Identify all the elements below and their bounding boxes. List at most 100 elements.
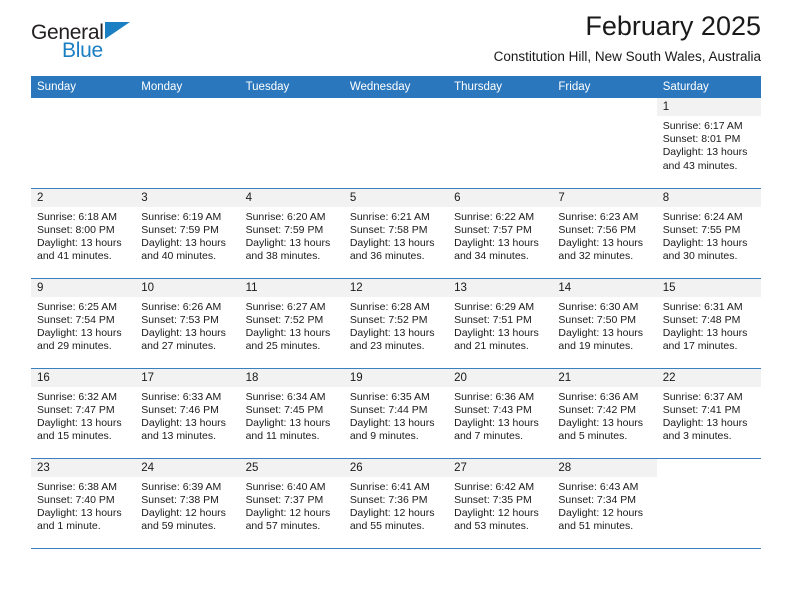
title-block: February 2025 Constitution Hill, New Sou… xyxy=(494,11,761,65)
weekday-header-saturday: Saturday xyxy=(656,76,761,98)
sunrise-time: Sunrise: 6:37 AM xyxy=(662,390,743,403)
day-number: 24 xyxy=(135,458,240,477)
sunset-time: Sunset: 7:52 PM xyxy=(349,313,428,326)
day-details: Sunrise: 6:27 AM Sunset: 7:52 PM Daylight:… xyxy=(240,297,344,354)
day-details: Sunrise: 6:34 AM Sunset: 7:45 PM Daylight:… xyxy=(240,387,344,444)
calendar-day-cell[interactable]: 26 Sunrise: 6:41 AM Sunset: 7:36 PM Dayligh… xyxy=(343,458,449,549)
day-number: 17 xyxy=(135,368,240,387)
daylight-duration: Daylight: 13 hours and 19 minutes. xyxy=(558,326,644,353)
calendar-day-cell[interactable]: 28 Sunrise: 6:43 AM Sunset: 7:34 PM Dayligh… xyxy=(552,458,657,549)
sunset-time: Sunset: 7:57 PM xyxy=(454,223,532,236)
calendar-day-cell[interactable]: 2 Sunrise: 6:18 AM Sunset: 8:00 PM Daylight… xyxy=(31,188,136,279)
sunset-time: Sunset: 8:01 PM xyxy=(662,133,741,146)
calendar-cell-inner: 25 Sunrise: 6:40 AM Sunset: 7:37 PM Dayligh… xyxy=(239,458,344,548)
calendar-cell-inner: 7 Sunrise: 6:23 AM Sunset: 7:56 PM Daylight… xyxy=(552,188,657,278)
calendar-day-cell[interactable]: 5 Sunrise: 6:21 AM Sunset: 7:58 PM Daylight… xyxy=(343,188,449,279)
calendar-day-cell[interactable]: 13 Sunrise: 6:29 AM Sunset: 7:51 PM Dayligh… xyxy=(448,278,553,369)
general-blue-logo[interactable]: General Blue xyxy=(31,18,151,64)
calendar-day-cell[interactable]: 8 Sunrise: 6:24 AM Sunset: 7:55 PM Daylight… xyxy=(656,188,761,279)
daylight-duration: Daylight: 13 hours and 23 minutes. xyxy=(349,326,435,353)
calendar-day-cell[interactable]: 18 Sunrise: 6:34 AM Sunset: 7:45 PM Dayligh… xyxy=(239,368,344,459)
day-number: 20 xyxy=(448,368,553,387)
daylight-duration: Daylight: 13 hours and 27 minutes. xyxy=(141,326,226,353)
calendar-day-cell[interactable]: 22 Sunrise: 6:37 AM Sunset: 7:41 PM Dayligh… xyxy=(656,368,761,459)
sunrise-time: Sunrise: 6:34 AM xyxy=(245,390,326,403)
calendar-cell-inner: 27 Sunrise: 6:42 AM Sunset: 7:35 PM Dayligh… xyxy=(448,458,553,548)
calendar-cell-inner: 3 Sunrise: 6:19 AM Sunset: 7:59 PM Daylight… xyxy=(135,188,240,278)
day-number: 19 xyxy=(343,368,449,387)
daylight-duration: Daylight: 13 hours and 17 minutes. xyxy=(662,326,748,353)
day-details: Sunrise: 6:23 AM Sunset: 7:56 PM Daylight:… xyxy=(552,207,656,264)
calendar-day-cell[interactable]: 25 Sunrise: 6:40 AM Sunset: 7:37 PM Dayligh… xyxy=(239,458,344,549)
day-details: Sunrise: 6:28 AM Sunset: 7:52 PM Daylight:… xyxy=(344,297,448,354)
calendar-cell-inner: 4 Sunrise: 6:20 AM Sunset: 7:59 PM Daylight… xyxy=(239,188,344,278)
day-details: Sunrise: 6:36 AM Sunset: 7:42 PM Daylight:… xyxy=(552,387,656,444)
calendar-day-cell[interactable]: 10 Sunrise: 6:26 AM Sunset: 7:53 PM Dayligh… xyxy=(135,278,240,369)
calendar-day-cell[interactable]: 3 Sunrise: 6:19 AM Sunset: 7:59 PM Daylight… xyxy=(135,188,240,279)
calendar-day-cell[interactable]: 11 Sunrise: 6:27 AM Sunset: 7:52 PM Dayligh… xyxy=(239,278,344,369)
calendar-cell-inner: 28 Sunrise: 6:43 AM Sunset: 7:34 PM Dayligh… xyxy=(552,458,657,548)
calendar-day-cell[interactable]: 23 Sunrise: 6:38 AM Sunset: 7:40 PM Dayligh… xyxy=(31,458,136,549)
sunrise-time: Sunrise: 6:41 AM xyxy=(349,480,430,493)
calendar-day-cell[interactable]: 1 Sunrise: 6:17 AM Sunset: 8:01 PM Daylight… xyxy=(656,98,761,189)
sunrise-time: Sunrise: 6:35 AM xyxy=(349,390,430,403)
weekday-header-tuesday: Tuesday xyxy=(239,76,344,98)
sunrise-sunset-calendar: Sunday Monday Tuesday Wednesday Thursday… xyxy=(31,76,761,549)
calendar-cell-inner: 1 Sunrise: 6:17 AM Sunset: 8:01 PM Daylight… xyxy=(656,98,761,188)
calendar-day-cell[interactable]: 24 Sunrise: 6:39 AM Sunset: 7:38 PM Dayligh… xyxy=(135,458,240,549)
calendar-day-cell[interactable]: 4 Sunrise: 6:20 AM Sunset: 7:59 PM Daylight… xyxy=(239,188,344,279)
calendar-day-cell[interactable]: 7 Sunrise: 6:23 AM Sunset: 7:56 PM Daylight… xyxy=(552,188,657,279)
calendar-day-cell[interactable]: 9 Sunrise: 6:25 AM Sunset: 7:54 PM Daylight… xyxy=(31,278,136,369)
sunrise-time: Sunrise: 6:29 AM xyxy=(454,300,535,313)
calendar-day-cell[interactable]: 27 Sunrise: 6:42 AM Sunset: 7:35 PM Dayligh… xyxy=(448,458,553,549)
calendar-cell-empty xyxy=(31,98,136,189)
calendar-cell-inner xyxy=(552,98,656,188)
sunrise-time: Sunrise: 6:32 AM xyxy=(37,390,117,403)
calendar-cell-inner: 15 Sunrise: 6:31 AM Sunset: 7:48 PM Dayligh… xyxy=(656,278,761,368)
day-number: 21 xyxy=(552,368,657,387)
calendar-day-cell[interactable]: 17 Sunrise: 6:33 AM Sunset: 7:46 PM Dayligh… xyxy=(135,368,240,459)
sunset-time: Sunset: 7:59 PM xyxy=(245,223,324,236)
calendar-day-cell[interactable]: 14 Sunrise: 6:30 AM Sunset: 7:50 PM Dayligh… xyxy=(552,278,657,369)
daylight-duration: Daylight: 13 hours and 21 minutes. xyxy=(454,326,539,353)
sunset-time: Sunset: 7:53 PM xyxy=(141,313,219,326)
sunrise-time: Sunrise: 6:19 AM xyxy=(141,210,222,223)
sunrise-time: Sunrise: 6:17 AM xyxy=(662,120,743,132)
sunset-time: Sunset: 7:37 PM xyxy=(245,493,324,506)
sunrise-time: Sunrise: 6:42 AM xyxy=(454,480,535,493)
calendar-cell-inner: 8 Sunrise: 6:24 AM Sunset: 7:55 PM Daylight… xyxy=(656,188,761,278)
day-details: Sunrise: 6:31 AM Sunset: 7:48 PM Daylight:… xyxy=(657,297,761,354)
weekday-header-wednesday: Wednesday xyxy=(343,76,449,98)
daylight-duration: Daylight: 13 hours and 41 minutes. xyxy=(37,236,122,263)
calendar-cell-inner: 10 Sunrise: 6:26 AM Sunset: 7:53 PM Dayligh… xyxy=(135,278,240,368)
calendar-day-cell[interactable]: 12 Sunrise: 6:28 AM Sunset: 7:52 PM Dayligh… xyxy=(343,278,449,369)
calendar-day-cell[interactable]: 16 Sunrise: 6:32 AM Sunset: 7:47 PM Dayligh… xyxy=(31,368,136,459)
day-number: 8 xyxy=(656,188,761,207)
logo-text-blue: Blue xyxy=(62,39,103,62)
day-number: 28 xyxy=(552,458,657,477)
sunset-time: Sunset: 7:38 PM xyxy=(141,493,219,506)
sunrise-time: Sunrise: 6:25 AM xyxy=(37,300,117,313)
page-title: February 2025 xyxy=(585,11,761,41)
day-details: Sunrise: 6:24 AM Sunset: 7:55 PM Daylight:… xyxy=(657,207,761,264)
day-details: Sunrise: 6:33 AM Sunset: 7:46 PM Daylight:… xyxy=(135,387,239,444)
page-header: General Blue February 2025 Constitution … xyxy=(31,0,761,76)
day-number: 2 xyxy=(31,188,136,207)
calendar-day-cell[interactable]: 20 Sunrise: 6:36 AM Sunset: 7:43 PM Dayligh… xyxy=(448,368,553,459)
calendar-day-cell[interactable]: 21 Sunrise: 6:36 AM Sunset: 7:42 PM Dayligh… xyxy=(552,368,657,459)
sunrise-time: Sunrise: 6:39 AM xyxy=(141,480,222,493)
calendar-cell-inner xyxy=(657,459,761,548)
day-number: 1 xyxy=(656,98,761,116)
calendar-day-cell[interactable]: 15 Sunrise: 6:31 AM Sunset: 7:48 PM Dayligh… xyxy=(656,278,761,369)
sunset-time: Sunset: 7:51 PM xyxy=(454,313,532,326)
calendar-page: General Blue February 2025 Constitution … xyxy=(0,0,792,612)
sunrise-time: Sunrise: 6:24 AM xyxy=(662,210,743,223)
calendar-cell-inner: 14 Sunrise: 6:30 AM Sunset: 7:50 PM Dayligh… xyxy=(552,278,657,368)
day-number xyxy=(552,98,656,116)
sunrise-time: Sunrise: 6:27 AM xyxy=(245,300,326,313)
sunrise-time: Sunrise: 6:36 AM xyxy=(558,390,639,403)
calendar-day-cell[interactable]: 6 Sunrise: 6:22 AM Sunset: 7:57 PM Daylight… xyxy=(448,188,553,279)
daylight-duration: Daylight: 13 hours and 9 minutes. xyxy=(349,416,435,443)
calendar-day-cell[interactable]: 19 Sunrise: 6:35 AM Sunset: 7:44 PM Dayligh… xyxy=(343,368,449,459)
sunset-time: Sunset: 7:55 PM xyxy=(662,223,741,236)
